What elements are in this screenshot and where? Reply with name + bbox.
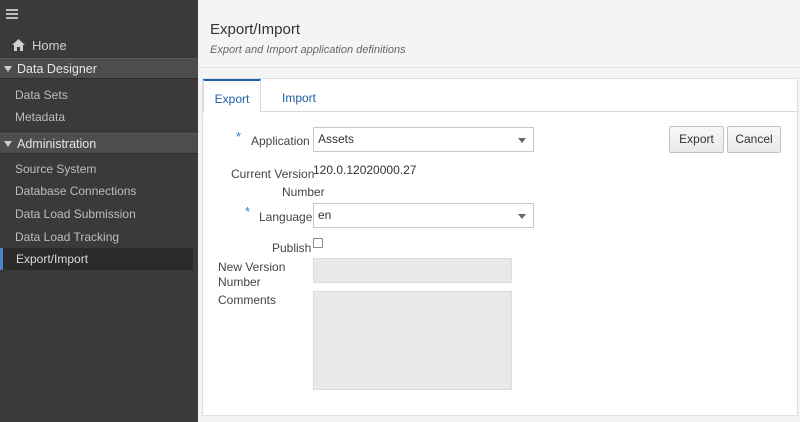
current-version-label: Current Version: [231, 167, 315, 181]
collapse-triangle-icon: [4, 140, 12, 147]
home-icon: [12, 39, 25, 51]
section-label: Data Designer: [17, 61, 97, 76]
sidebar: Home Data Designer Data Sets Metadata Ad…: [0, 0, 198, 422]
sidebar-item-data-sets[interactable]: Data Sets: [0, 84, 193, 106]
menu-icon[interactable]: [6, 9, 18, 19]
cancel-button[interactable]: Cancel: [727, 126, 781, 153]
sidebar-item-source-system[interactable]: Source System: [0, 158, 193, 180]
tab-import[interactable]: Import: [269, 79, 329, 112]
current-version-value: 120.0.12020000.27: [313, 163, 417, 177]
language-label: Language: [259, 210, 313, 224]
application-select[interactable]: Assets: [313, 127, 534, 152]
language-select[interactable]: en: [313, 203, 534, 228]
sidebar-item-data-load-submission[interactable]: Data Load Submission: [0, 203, 193, 225]
section-label: Administration: [17, 136, 97, 151]
current-version-label-line2: Number: [282, 185, 325, 199]
sidebar-item-metadata[interactable]: Metadata: [0, 106, 193, 128]
application-value: Assets: [318, 132, 355, 146]
tab-export[interactable]: Export: [203, 79, 261, 113]
sidebar-item-database-connections[interactable]: Database Connections: [0, 180, 193, 202]
language-value: en: [318, 208, 332, 222]
sidebar-item-data-load-tracking[interactable]: Data Load Tracking: [0, 226, 193, 248]
divider: [198, 67, 800, 68]
main-content: Export/Import Export and Import applicat…: [198, 0, 800, 422]
required-marker: *: [236, 129, 242, 144]
chevron-down-icon: [518, 214, 526, 219]
sidebar-item-export-import[interactable]: Export/Import: [0, 248, 193, 270]
application-label: Application: [251, 134, 310, 148]
collapse-triangle-icon: [4, 65, 12, 72]
section-data-designer[interactable]: Data Designer: [0, 58, 198, 79]
sidebar-item-home[interactable]: Home: [12, 37, 67, 53]
new-version-input[interactable]: [313, 258, 512, 283]
export-button[interactable]: Export: [669, 126, 724, 153]
publish-label: Publish: [272, 241, 312, 255]
comments-label: Comments: [218, 293, 277, 307]
page-subtitle: Export and Import application definition…: [210, 44, 406, 56]
publish-checkbox[interactable]: [313, 238, 323, 248]
tab-bar: Export Import: [203, 79, 797, 113]
new-version-label: New Version: [218, 260, 286, 274]
new-version-label-line2: Number: [218, 275, 261, 289]
comments-textarea[interactable]: [313, 291, 512, 390]
chevron-down-icon: [518, 138, 526, 143]
section-administration[interactable]: Administration: [0, 133, 198, 154]
sidebar-item-label: Home: [32, 37, 67, 53]
page-title: Export/Import: [210, 21, 301, 38]
export-import-panel: Export Import * Application Assets Curre…: [202, 78, 798, 416]
required-marker: *: [245, 204, 251, 219]
